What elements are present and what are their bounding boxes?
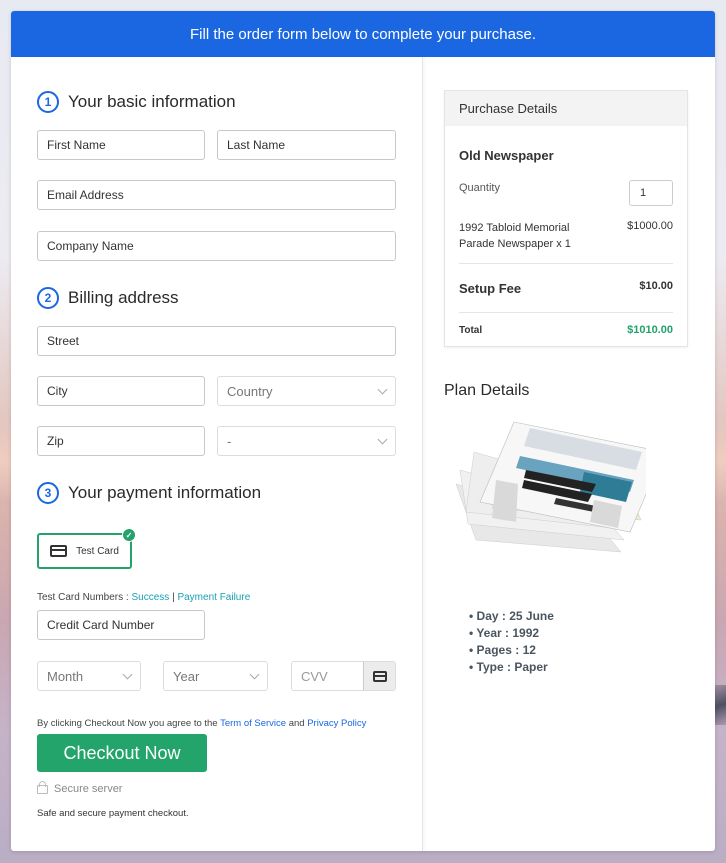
- newspaper-image: [455, 421, 646, 553]
- quantity-label: Quantity: [459, 182, 500, 194]
- chevron-down-icon: [122, 669, 133, 680]
- city-input[interactable]: City: [37, 376, 205, 406]
- purchase-details-header: Purchase Details: [445, 91, 687, 126]
- quantity-value: 1: [640, 187, 647, 199]
- line-item-description: 1992 Tabloid Memorial Parade Newspaper x…: [459, 220, 571, 252]
- country-select[interactable]: Country: [217, 376, 396, 406]
- plan-details-list: Day : 25 June Year : 1992 Pages : 12 Typ…: [469, 608, 554, 676]
- chevron-down-icon: [249, 669, 260, 680]
- plan-details-title: Plan Details: [444, 382, 530, 399]
- terms-prefix: By clicking Checkout Now you agree to th…: [37, 718, 218, 729]
- quantity-input[interactable]: 1: [629, 180, 673, 206]
- terms-text: By clicking Checkout Now you agree to th…: [37, 718, 366, 729]
- form-banner: Fill the order form below to complete yo…: [11, 11, 715, 57]
- basic-info-heading: 1 Your basic information: [37, 91, 236, 113]
- plan-detail-item: Day : 25 June: [469, 608, 554, 625]
- zip-input[interactable]: Zip: [37, 426, 205, 456]
- test-card-option[interactable]: Test Card ✓: [37, 528, 136, 569]
- last-name-input[interactable]: Last Name: [217, 130, 396, 160]
- cvv-input[interactable]: CVV: [291, 661, 396, 691]
- privacy-policy-link[interactable]: Privacy Policy: [307, 718, 366, 729]
- billing-title: Billing address: [68, 288, 179, 307]
- company-placeholder: Company Name: [47, 239, 134, 253]
- terms-and: and: [288, 718, 305, 729]
- divider: [459, 312, 673, 313]
- chevron-down-icon: [377, 434, 388, 445]
- step-number-1: 1: [37, 91, 59, 113]
- year-select[interactable]: Year: [163, 661, 268, 691]
- city-placeholder: City: [47, 384, 68, 398]
- plan-detail-item: Type : Paper: [469, 659, 554, 676]
- secure-server-label: Secure server: [54, 783, 123, 795]
- card-number-input[interactable]: Credit Card Number: [37, 610, 205, 640]
- email-placeholder: Email Address: [47, 188, 124, 202]
- step-number-2: 2: [37, 287, 59, 309]
- terms-of-service-link[interactable]: Term of Service: [220, 718, 286, 729]
- safe-note: Safe and secure payment checkout.: [37, 808, 189, 819]
- basic-info-title: Your basic information: [68, 92, 236, 111]
- plan-detail-item: Year : 1992: [469, 625, 554, 642]
- payment-failure-link[interactable]: Payment Failure: [177, 592, 250, 603]
- email-input[interactable]: Email Address: [37, 180, 396, 210]
- test-card-numbers: Test Card Numbers : Success | Payment Fa…: [37, 592, 250, 603]
- last-name-placeholder: Last Name: [227, 138, 286, 152]
- link-separator: |: [172, 592, 175, 603]
- cvv-addon: [363, 662, 395, 690]
- line-item-line-2: Parade Newspaper x 1: [459, 238, 571, 250]
- banner-text: Fill the order form below to complete yo…: [190, 25, 536, 43]
- step-number-3: 3: [37, 482, 59, 504]
- check-circle-icon: ✓: [122, 528, 136, 542]
- state-select[interactable]: -: [217, 426, 396, 456]
- divider: [459, 263, 673, 264]
- setup-fee-label: Setup Fee: [459, 281, 522, 296]
- lock-icon: [37, 781, 48, 794]
- month-value: Month: [47, 668, 84, 684]
- credit-card-icon: [372, 670, 387, 682]
- test-numbers-label: Test Card Numbers :: [37, 592, 129, 603]
- zip-placeholder: Zip: [47, 434, 64, 448]
- total-value: $1010.00: [627, 324, 673, 336]
- country-value: Country: [227, 383, 273, 399]
- line-item-price: $1000.00: [627, 220, 673, 232]
- line-item-line-1: 1992 Tabloid Memorial: [459, 222, 570, 234]
- product-name: Old Newspaper: [459, 148, 554, 163]
- payment-title: Your payment information: [68, 483, 262, 502]
- payment-heading: 3 Your payment information: [37, 482, 261, 504]
- total-label: Total: [459, 325, 483, 336]
- billing-heading: 2 Billing address: [37, 287, 179, 309]
- success-link[interactable]: Success: [131, 592, 169, 603]
- credit-card-icon: [50, 545, 68, 557]
- summary-panel: Purchase Details Old Newspaper Quantity …: [423, 57, 715, 851]
- purchase-details-box: Purchase Details Old Newspaper Quantity …: [444, 90, 688, 347]
- first-name-input[interactable]: First Name: [37, 130, 205, 160]
- first-name-placeholder: First Name: [47, 138, 106, 152]
- checkout-now-button[interactable]: Checkout Now: [37, 734, 207, 772]
- order-form-card: Fill the order form below to complete yo…: [11, 11, 715, 851]
- setup-fee-value: $10.00: [639, 280, 673, 292]
- street-input[interactable]: Street: [37, 326, 396, 356]
- month-select[interactable]: Month: [37, 661, 141, 691]
- state-value: -: [227, 433, 232, 449]
- street-placeholder: Street: [47, 334, 80, 348]
- plan-detail-item: Pages : 12: [469, 642, 554, 659]
- test-card-label: Test Card: [76, 545, 119, 557]
- cvv-placeholder: CVV: [301, 668, 328, 684]
- chevron-down-icon: [377, 384, 388, 395]
- order-form: 1 Your basic information First Name Last…: [11, 57, 423, 851]
- company-input[interactable]: Company Name: [37, 231, 396, 261]
- year-value: Year: [173, 668, 200, 684]
- card-number-placeholder: Credit Card Number: [47, 618, 155, 632]
